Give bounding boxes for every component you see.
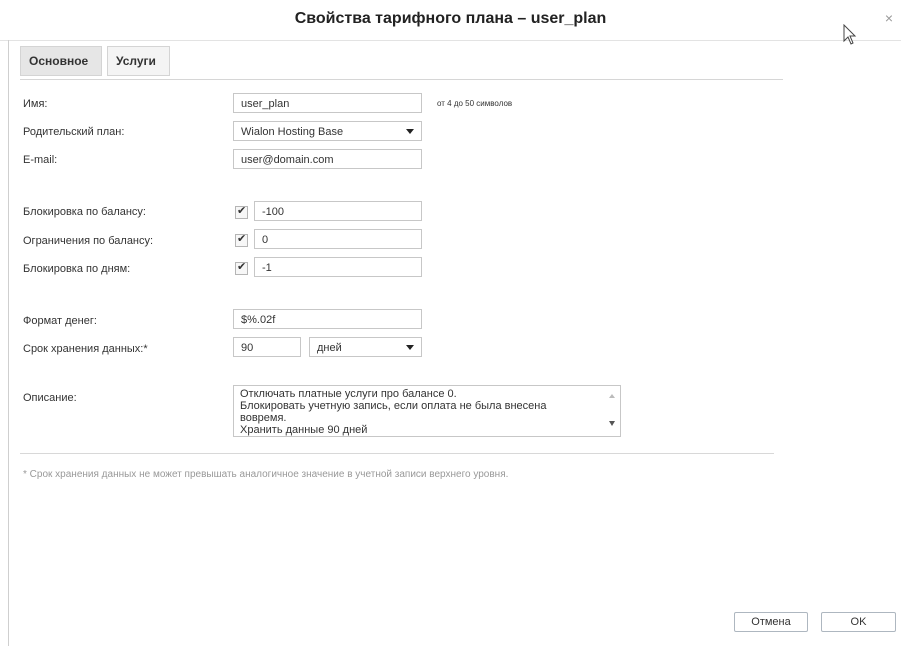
days-block-label: Блокировка по дням: [23,263,131,275]
dialog-title: Свойства тарифного плана – user_plan [294,10,607,27]
chevron-down-icon [406,345,414,350]
balance-block-input[interactable]: -100 [254,201,422,221]
retention-input[interactable]: 90 [233,337,301,357]
tab-general-label: Основное [29,54,89,68]
email-input[interactable]: user@domain.com [233,149,422,169]
description-label: Описание: [23,392,77,404]
parent-plan-select[interactable]: Wialon Hosting Base [233,121,422,141]
parent-plan-value: Wialon Hosting Base [241,126,344,138]
balance-limit-label: Ограничения по балансу: [23,235,154,247]
email-label: E-mail: [23,154,58,166]
days-block-input[interactable]: -1 [254,257,422,277]
checkmark-icon: ✔ [237,261,247,273]
days-block-checkbox[interactable]: ✔ [235,261,248,275]
tab-general[interactable]: Основное [20,46,102,76]
tab-services-label: Услуги [116,54,156,68]
name-input[interactable]: user_plan [233,93,422,113]
cancel-button[interactable]: Отмена [734,612,808,632]
dialog-titlebar: Свойства тарифного плана – user_plan × [0,0,901,41]
balance-block-checkbox[interactable]: ✔ [235,205,248,219]
tariff-plan-properties-dialog: Свойства тарифного плана – user_plan × О… [0,0,901,646]
description-line: вовремя. [240,412,287,424]
description-line: Отключать платные услуги про балансе 0. [240,388,457,400]
retention-footnote: * Срок хранения данных не может превышат… [23,469,509,480]
tab-services[interactable]: Услуги [107,46,170,76]
balance-limit-input[interactable]: 0 [254,229,422,249]
balance-block-label: Блокировка по балансу: [23,206,146,218]
parent-plan-label: Родительский план: [23,126,125,138]
checkmark-icon: ✔ [237,233,247,245]
money-format-label: Формат денег: [23,315,97,327]
form-divider [20,453,774,454]
close-icon[interactable]: × [885,10,893,26]
retention-unit-value: дней [317,342,342,354]
description-line: Блокировать учетную запись, если оплата … [240,400,547,412]
retention-unit-select[interactable]: дней [309,337,422,357]
mouse-cursor-icon [843,24,857,45]
chevron-down-icon [406,129,414,134]
description-scrollbar[interactable] [606,386,620,436]
tab-underline [20,79,783,80]
balance-limit-checkbox[interactable]: ✔ [235,233,248,247]
ok-button[interactable]: OK [821,612,896,632]
scroll-up-icon[interactable] [609,394,615,398]
retention-label: Срок хранения данных:* [23,343,148,355]
money-format-input[interactable]: $%.02f [233,309,422,329]
description-line: Хранить данные 90 дней [240,424,368,436]
name-label: Имя: [23,98,48,110]
dialog-left-border [8,40,9,646]
description-textarea[interactable]: Отключать платные услуги про балансе 0. … [233,385,621,437]
name-hint: от 4 до 50 символов [437,99,513,108]
checkmark-icon: ✔ [237,205,247,217]
scroll-down-icon[interactable] [609,421,615,426]
